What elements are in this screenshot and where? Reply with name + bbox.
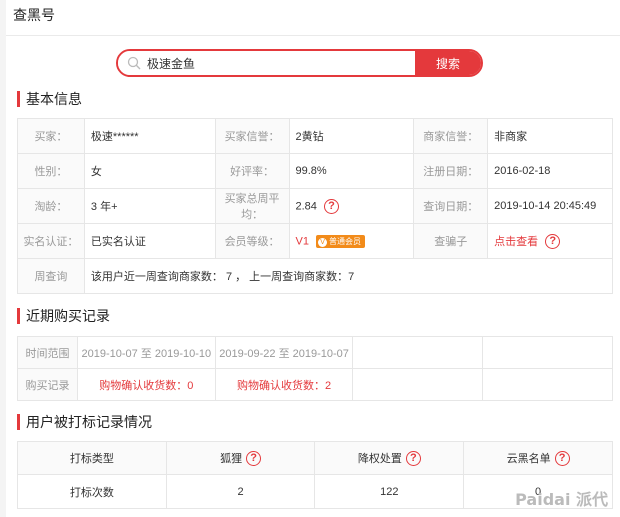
buyer-credit-value: 2黄钻 — [288, 118, 415, 154]
fox-count: 2 — [165, 474, 316, 509]
purchase-records-label: 购买记录 — [17, 368, 78, 401]
demotion-count: 122 — [314, 474, 465, 509]
check-scammer-link[interactable]: 查骗子 — [413, 223, 489, 259]
search-button[interactable]: 搜索 — [415, 51, 481, 75]
weekly-average-cell: 2.84 ? — [288, 188, 415, 224]
search-icon — [127, 56, 141, 70]
gender-value: 女 — [83, 153, 216, 189]
table-header-row: 打标类型 狐狸? 降权处置? 云黑名单? — [17, 441, 613, 475]
time-range-2: 2019-09-22 至 2019-10-07 — [214, 336, 354, 369]
basic-info-table: 买家： 极速****** 买家信誉： 2黄钻 商家信誉： 非商家 性别： 女 好… — [17, 118, 614, 294]
table-row: 淘龄： 3 年+ 买家总周平均： 2.84 ? 查询日期： 2019-10-14… — [17, 188, 613, 224]
member-level-cell: V1 V 普通会员 — [288, 223, 415, 259]
table-row: 时间范围 2019-10-07 至 2019-10-10 2019-09-22 … — [17, 336, 613, 369]
v-circle-icon: V — [318, 237, 328, 247]
recent-purchases-title: 近期购买记录 — [17, 308, 110, 324]
basic-info-title: 基本信息 — [17, 91, 82, 107]
cloud-blacklist-header: 云黑名单? — [463, 441, 613, 475]
help-icon[interactable]: ? — [246, 451, 262, 467]
seller-credit-label: 商家信誉： — [413, 118, 489, 154]
account-age-value: 3 年+ — [83, 188, 216, 224]
table-row: 购买记录 购物确认收货数：0 购物确认收货数：2 — [17, 368, 613, 401]
click-view-link[interactable]: 点击查看 — [494, 236, 538, 248]
week-query-value: 该用户近一周查询商家数： 7 ， 上一周查询商家数：7 — [83, 258, 614, 294]
empty-cell — [482, 368, 613, 401]
empty-cell — [352, 368, 484, 401]
register-date-value: 2016-02-18 — [487, 153, 613, 189]
page: 查黑号 搜索 基本信息 买家： 极速****** 买家信誉： 2黄钻 商家信誉：… — [6, 0, 620, 517]
mark-count-label: 打标次数 — [17, 474, 167, 509]
demotion-header: 降权处置? — [314, 441, 465, 475]
query-date-value: 2019-10-14 20:45:49 — [487, 188, 613, 224]
weekly-average-value: 2.84 — [295, 199, 317, 212]
real-name-label: 实名认证： — [17, 223, 85, 259]
help-icon[interactable]: ? — [545, 234, 561, 250]
search-bar: 搜索 — [116, 49, 483, 77]
member-badge: V 普通会员 — [316, 234, 366, 248]
watermark-logo: Paidai 派代 — [515, 490, 608, 509]
help-icon[interactable]: ? — [405, 451, 421, 467]
week-query-label: 周查询 — [17, 258, 85, 294]
time-range-label: 时间范围 — [17, 336, 78, 369]
empty-cell — [352, 336, 484, 369]
mark-type-header: 打标类型 — [17, 441, 167, 475]
buyer-label: 买家： — [17, 118, 85, 154]
cloud-blacklist-header-label: 云黑名单 — [506, 452, 551, 465]
table-row: 性别： 女 好评率： 99.8% 注册日期： 2016-02-18 — [17, 153, 613, 189]
buyer-value: 极速****** — [83, 118, 216, 154]
search-input[interactable] — [147, 56, 397, 70]
mark-records-title: 用户被打标记录情况 — [17, 414, 152, 430]
search-field-wrap — [118, 51, 415, 75]
positive-rate-label: 好评率： — [214, 153, 290, 189]
purchase-count-2: 购物确认收货数：2 — [214, 368, 354, 401]
time-range-1: 2019-10-07 至 2019-10-10 — [76, 336, 216, 369]
help-icon[interactable]: ? — [323, 198, 339, 214]
empty-cell — [482, 336, 613, 369]
help-icon[interactable]: ? — [554, 451, 570, 467]
recent-purchases-table: 时间范围 2019-10-07 至 2019-10-10 2019-09-22 … — [17, 336, 613, 401]
positive-rate-value: 99.8% — [288, 153, 415, 189]
seller-credit-value: 非商家 — [487, 118, 613, 154]
buyer-credit-label: 买家信誉： — [214, 118, 290, 154]
member-level-label: 会员等级： — [214, 223, 290, 259]
fox-header-label: 狐狸 — [220, 452, 243, 465]
real-name-value: 已实名认证 — [83, 223, 216, 259]
register-date-label: 注册日期： — [413, 153, 489, 189]
weekly-average-label: 买家总周平均： — [214, 188, 290, 224]
query-date-label: 查询日期： — [413, 188, 489, 224]
table-row: 周查询 该用户近一周查询商家数： 7 ， 上一周查询商家数：7 — [17, 258, 614, 294]
demotion-header-label: 降权处置 — [357, 452, 402, 465]
member-level-value: V1 — [295, 234, 309, 247]
member-badge-label: 普通会员 — [329, 236, 362, 246]
account-age-label: 淘龄： — [17, 188, 85, 224]
purchase-count-1: 购物确认收货数：0 — [76, 368, 216, 401]
page-title: 查黑号 — [6, 0, 620, 36]
table-row: 买家： 极速****** 买家信誉： 2黄钻 商家信誉： 非商家 — [17, 118, 613, 154]
table-row: 实名认证： 已实名认证 会员等级： V1 V 普通会员 查骗子 点击查看 ? — [17, 223, 613, 259]
view-cell: 点击查看 ? — [487, 223, 613, 259]
fox-header: 狐狸? — [165, 441, 316, 475]
gender-label: 性别： — [17, 153, 85, 189]
